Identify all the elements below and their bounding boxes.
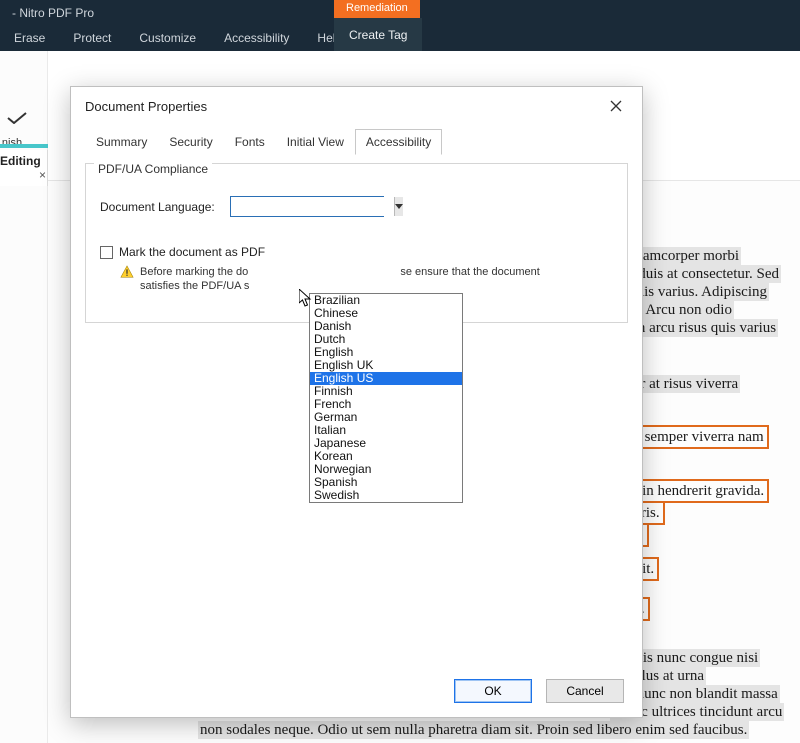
editing-tab-indicator <box>0 144 48 148</box>
ok-button[interactable]: OK <box>454 679 532 703</box>
ribbon: - Nitro PDF Pro Erase Protect Customize … <box>0 0 800 51</box>
tab-security[interactable]: Security <box>158 129 223 155</box>
ribbon-tab-accessibility[interactable]: Accessibility <box>210 27 303 49</box>
document-language-combo[interactable] <box>230 196 384 217</box>
mark-pdfua-label: Mark the document as PDF <box>119 245 265 259</box>
dialog-titlebar[interactable]: Document Properties <box>71 87 642 125</box>
warning-icon <box>120 265 134 279</box>
group-title: PDF/UA Compliance <box>94 162 212 176</box>
chevron-down-icon <box>395 204 403 209</box>
close-icon[interactable]: × <box>39 168 46 182</box>
cancel-button[interactable]: Cancel <box>546 679 624 703</box>
tab-editing[interactable]: Editing × <box>0 150 48 186</box>
document-language-label: Document Language: <box>100 200 230 214</box>
warn-text-c: satisfies the PDF/UA s <box>140 280 249 292</box>
document-properties-dialog: Document Properties Summary Security Fon… <box>70 86 643 718</box>
document-language-input[interactable] <box>231 197 394 216</box>
dialog-title: Document Properties <box>85 99 604 114</box>
ribbon-tab-erase[interactable]: Erase <box>0 27 59 49</box>
text-fragment: non sodales neque. Odio ut sem nulla pha… <box>198 721 749 739</box>
pdfua-warning-text: Before marking the do se ensure that the… <box>140 265 540 293</box>
tab-initial-view[interactable]: Initial View <box>276 129 355 155</box>
document-language-dropdown[interactable]: BrazilianChineseDanishDutchEnglishEnglis… <box>309 293 463 503</box>
warn-text-a: Before marking the do <box>140 266 248 278</box>
dialog-button-row: OK Cancel <box>454 679 624 703</box>
language-option[interactable]: Swedish <box>310 489 462 502</box>
checkmark-icon <box>6 111 28 123</box>
contextual-tab-remediation[interactable]: Remediation <box>334 0 420 18</box>
tab-summary[interactable]: Summary <box>85 129 158 155</box>
close-icon <box>609 99 623 113</box>
tab-editing-label: Editing <box>0 154 41 168</box>
pdfua-warning: Before marking the do se ensure that the… <box>120 265 613 293</box>
mark-pdfua-row: Mark the document as PDF <box>100 245 613 259</box>
warn-text-b: se ensure that the document <box>400 266 539 278</box>
ribbon-tab-customize[interactable]: Customize <box>125 27 210 49</box>
combo-dropdown-button[interactable] <box>394 197 403 216</box>
dialog-tabs: Summary Security Fonts Initial View Acce… <box>85 129 642 155</box>
document-language-row: Document Language: <box>100 196 613 217</box>
close-button[interactable] <box>604 94 628 118</box>
ribbon-button-create-tag[interactable]: Create Tag <box>334 18 422 51</box>
ribbon-tab-protect[interactable]: Protect <box>59 27 125 49</box>
tab-fonts[interactable]: Fonts <box>224 129 276 155</box>
tab-accessibility[interactable]: Accessibility <box>355 129 442 155</box>
mark-pdfua-checkbox[interactable] <box>100 246 113 259</box>
